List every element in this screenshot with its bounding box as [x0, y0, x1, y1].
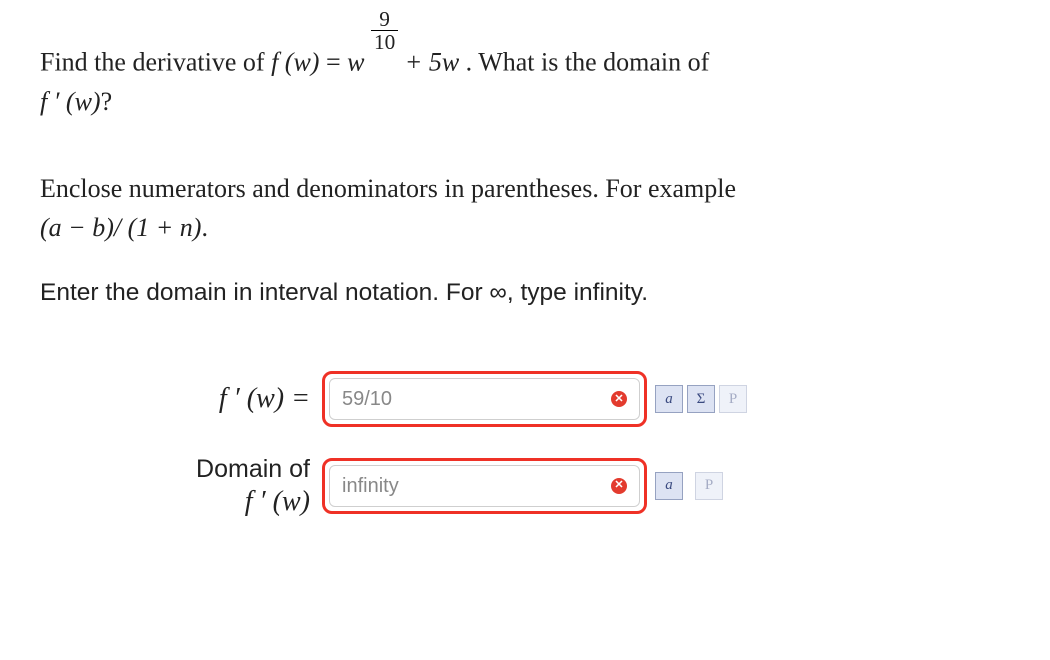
- instr1-text: Enclose numerators and denominators in p…: [40, 174, 736, 203]
- preview-icon[interactable]: a: [655, 385, 683, 413]
- question-text: Find the derivative of f (w) = w 9 10 + …: [40, 8, 1040, 121]
- page-icon[interactable]: P: [695, 472, 723, 500]
- derivative-input-wrap: 59/10 ✕: [322, 371, 647, 427]
- q-exponent: 9 10: [371, 8, 398, 58]
- domain-row: Domain of f ′ (w) infinity ✕ a P: [130, 453, 1040, 517]
- derivative-helpers: a Σ P: [655, 385, 747, 413]
- q-fprime: f ′ (w): [40, 87, 101, 116]
- instruction-interval: Enter the domain in interval notation. F…: [40, 275, 1040, 312]
- clear-icon[interactable]: ✕: [611, 478, 627, 494]
- exp-denominator: 10: [371, 31, 398, 53]
- q-text-2: . What is the domain of: [466, 48, 710, 77]
- derivative-value: 59/10: [342, 384, 392, 414]
- domain-input-wrap: infinity ✕: [322, 458, 647, 514]
- q-plus5w: + 5w: [405, 48, 459, 77]
- q-qmark: ?: [101, 87, 113, 116]
- derivative-row: f ′ (w) = 59/10 ✕ a Σ P: [130, 371, 1040, 427]
- domain-value: infinity: [342, 471, 399, 501]
- q-func: f (w): [271, 48, 319, 77]
- page-icon[interactable]: P: [719, 385, 747, 413]
- domain-label-math: f ′ (w): [245, 486, 310, 517]
- instr1-formula: (a − b)/ (1 + n): [40, 213, 201, 242]
- domain-label-top: Domain of: [196, 455, 310, 483]
- instruction-parentheses: Enclose numerators and denominators in p…: [40, 169, 1040, 247]
- q-eq: =: [326, 48, 347, 77]
- instr1-period: .: [201, 213, 208, 242]
- preview-icon[interactable]: a: [655, 472, 683, 500]
- derivative-input[interactable]: 59/10 ✕: [329, 378, 640, 420]
- sigma-icon[interactable]: Σ: [687, 385, 715, 413]
- exp-numerator: 9: [371, 8, 398, 31]
- clear-icon[interactable]: ✕: [611, 391, 627, 407]
- domain-label: Domain of f ′ (w): [130, 453, 322, 517]
- domain-input[interactable]: infinity ✕: [329, 465, 640, 507]
- domain-helpers: a P: [655, 472, 723, 500]
- q-w: w: [347, 48, 364, 77]
- derivative-label: f ′ (w) =: [130, 378, 322, 420]
- q-text-1: Find the derivative of: [40, 48, 271, 77]
